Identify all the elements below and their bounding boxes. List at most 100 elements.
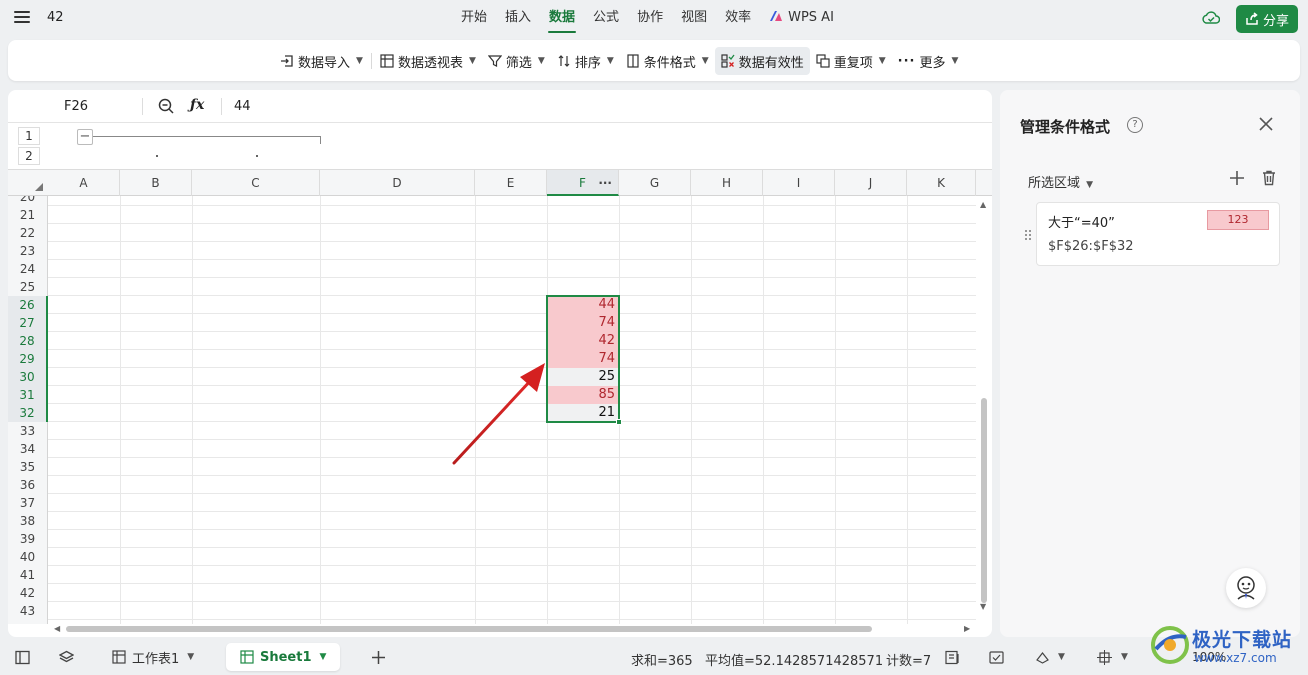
cell-f29[interactable]: 74 (548, 350, 619, 368)
add-rule-icon[interactable] (1229, 170, 1245, 186)
column-header-b[interactable]: B (120, 170, 192, 196)
row-header-26[interactable]: 26 (8, 296, 48, 314)
pivot-table-button[interactable]: 数据透视表 ▼ (374, 47, 482, 75)
filter-button[interactable]: 筛选 ▼ (482, 47, 551, 75)
scroll-down-icon[interactable]: ▼ (980, 602, 986, 611)
cell-f26[interactable]: 44 (548, 296, 619, 314)
collapse-group-button[interactable]: − (77, 129, 93, 145)
row-header-22[interactable]: 22 (8, 224, 48, 242)
sort-button[interactable]: 排序 ▼ (551, 47, 620, 75)
column-header-k[interactable]: K (907, 170, 976, 196)
row-header-24[interactable]: 24 (8, 260, 48, 278)
column-header-d[interactable]: D (320, 170, 475, 196)
tab-efficiency[interactable]: 效率 (716, 0, 760, 36)
horizontal-scroll-thumb[interactable] (66, 626, 872, 632)
column-header-g[interactable]: G (619, 170, 691, 196)
scroll-up-icon[interactable]: ▲ (980, 200, 986, 209)
add-sheet-icon[interactable] (371, 650, 386, 665)
tab-wps-ai[interactable]: WPS AI (760, 0, 843, 36)
row-header-43[interactable]: 43 (8, 602, 48, 620)
column-header-f[interactable]: F ··· (547, 170, 619, 196)
document-title[interactable]: 42 (47, 10, 64, 25)
row-header-35[interactable]: 35 (8, 458, 48, 476)
row-header-37[interactable]: 37 (8, 494, 48, 512)
drag-handle-icon[interactable] (1024, 229, 1032, 241)
chevron-down-icon[interactable]: ▼ (1121, 652, 1128, 662)
cell-f30[interactable]: 25 (548, 368, 619, 386)
row-header-20[interactable]: 20 (8, 196, 48, 206)
tab-collaborate[interactable]: 协作 (628, 0, 672, 36)
row-header-23[interactable]: 23 (8, 242, 48, 260)
sheet-tab-sheet1[interactable]: Sheet1 ▼ (226, 643, 341, 671)
zoom-out-icon[interactable] (158, 98, 175, 115)
vertical-scrollbar[interactable]: ▲ ▼ (978, 198, 990, 616)
layers-icon[interactable] (59, 650, 74, 665)
tab-start[interactable]: 开始 (452, 0, 496, 36)
cloud-sync-icon[interactable] (1202, 10, 1220, 26)
row-header-28[interactable]: 28 (8, 332, 48, 350)
scroll-left-icon[interactable]: ◀ (54, 624, 60, 633)
cell-f27[interactable]: 74 (548, 314, 619, 332)
tab-view[interactable]: 视图 (672, 0, 716, 36)
horizontal-scrollbar[interactable]: ◀ ▶ (52, 622, 976, 634)
column-header-h[interactable]: H (691, 170, 763, 196)
row-header-41[interactable]: 41 (8, 566, 48, 584)
row-header-40[interactable]: 40 (8, 548, 48, 566)
tab-data[interactable]: 数据 (540, 0, 584, 36)
tab-formula[interactable]: 公式 (584, 0, 628, 36)
outline-level-1-button[interactable]: 1 (18, 127, 40, 145)
scope-dropdown[interactable]: 所选区域 ▼ (1028, 172, 1093, 191)
status-options-icon[interactable] (945, 650, 960, 665)
outline-level-2-button[interactable]: 2 (18, 147, 40, 165)
conditional-rule-card[interactable]: 大于“=40” $F$26:$F$32 123 (1036, 202, 1280, 266)
eye-care-icon[interactable] (1035, 650, 1050, 665)
tab-insert[interactable]: 插入 (496, 0, 540, 36)
row-header-42[interactable]: 42 (8, 584, 48, 602)
select-all-corner[interactable] (35, 183, 43, 191)
row-header-29[interactable]: 29 (8, 350, 48, 368)
duplicates-button[interactable]: 重复项 ▼ (810, 47, 892, 75)
fill-handle[interactable] (616, 419, 622, 425)
function-icon[interactable]: ƒx (190, 97, 204, 113)
row-header-36[interactable]: 36 (8, 476, 48, 494)
column-header-i[interactable]: I (763, 170, 835, 196)
row-header-31[interactable]: 31 (8, 386, 48, 404)
cell-grid[interactable]: 20 21 22 23 24 25 26 44 27 74 28 42 29 74 30 25 31 85 32 21… (8, 196, 976, 624)
assistant-avatar[interactable] (1226, 568, 1266, 608)
row-header-33[interactable]: 33 (8, 422, 48, 440)
share-button[interactable]: 分享 (1236, 5, 1298, 33)
sheet-tab-worksheet1[interactable]: 工作表1 ▼ (112, 643, 194, 671)
hamburger-menu-icon[interactable] (14, 11, 30, 25)
help-icon[interactable]: ? (1127, 117, 1143, 133)
vertical-scroll-thumb[interactable] (981, 398, 987, 603)
scroll-right-icon[interactable]: ▶ (964, 624, 970, 633)
row-header-27[interactable]: 27 (8, 314, 48, 332)
conditional-format-button[interactable]: 条件格式 ▼ (620, 47, 715, 75)
row-header-34[interactable]: 34 (8, 440, 48, 458)
column-header-c[interactable]: C (192, 170, 320, 196)
cell-f31[interactable]: 85 (548, 386, 619, 404)
column-header-j[interactable]: J (835, 170, 907, 196)
row-header-38[interactable]: 38 (8, 512, 48, 530)
close-icon[interactable] (1258, 116, 1274, 132)
data-validation-button[interactable]: 数据有效性 (714, 47, 810, 75)
chevron-down-icon[interactable]: ▼ (1058, 652, 1065, 662)
column-header-e[interactable]: E (475, 170, 547, 196)
freeze-icon[interactable] (1097, 650, 1112, 665)
cell-f32[interactable]: 21 (548, 404, 619, 422)
row-header-39[interactable]: 39 (8, 530, 48, 548)
row-header-44[interactable]: 44 (8, 620, 48, 624)
column-options-icon[interactable]: ··· (598, 170, 612, 196)
data-import-button[interactable]: 数据导入 ▼ (274, 47, 369, 75)
more-button[interactable]: ··· 更多 ▼ (892, 47, 965, 75)
delete-rule-icon[interactable] (1261, 170, 1277, 186)
protect-view-icon[interactable] (989, 650, 1004, 665)
cell-reference-box[interactable]: F26 (64, 99, 88, 114)
row-header-32[interactable]: 32 (8, 404, 48, 422)
row-header-30[interactable]: 30 (8, 368, 48, 386)
formula-input[interactable]: 44 (234, 99, 251, 114)
column-header-a[interactable]: A (48, 170, 120, 196)
row-header-25[interactable]: 25 (8, 278, 48, 296)
row-header-21[interactable]: 21 (8, 206, 48, 224)
cell-f28[interactable]: 42 (548, 332, 619, 350)
